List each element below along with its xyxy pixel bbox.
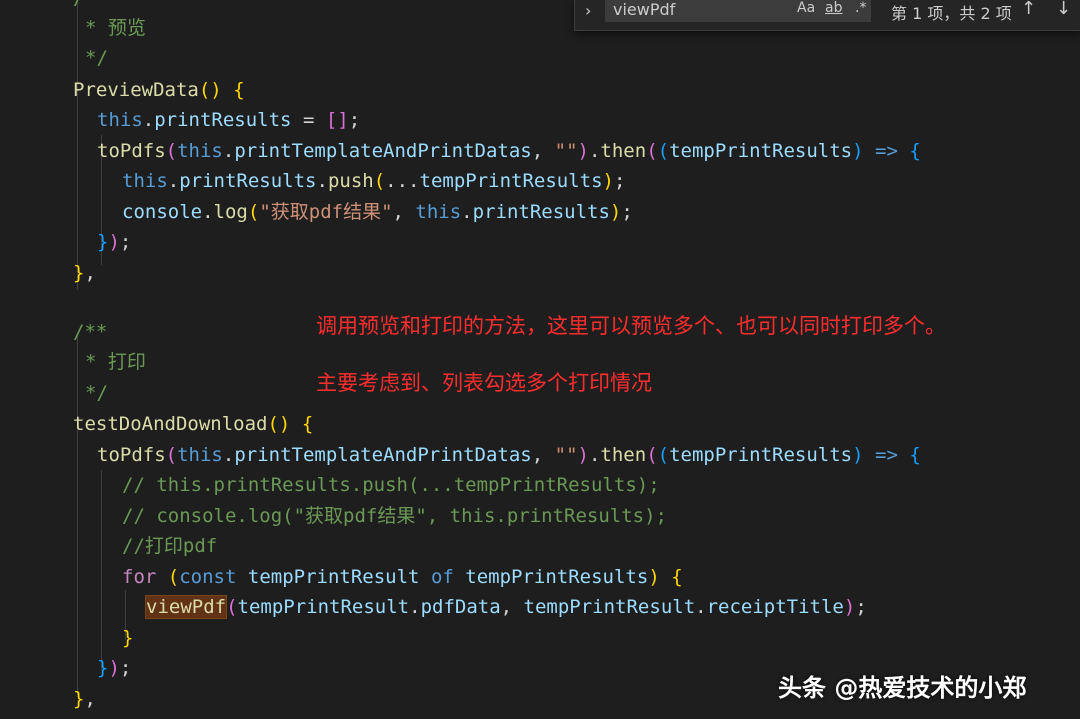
string: "获取pdf结果" [259,201,393,223]
comment-text: * 打印 [85,351,146,373]
function-name: toPdfs [97,444,166,466]
keyword: of [430,566,454,588]
comment-text: /** [73,0,107,9]
code-editor[interactable]: /** * 预览 */ PreviewData() { this.printRe… [0,0,1080,719]
code-line[interactable]: }); [97,653,131,683]
variable: tempPrintResults [465,566,649,588]
property: receiptTitle [706,596,844,618]
code-line[interactable]: }); [97,227,131,257]
code-line[interactable]: */ [85,378,108,408]
regex-button[interactable]: .* [855,0,866,16]
property: pdfData [420,596,501,618]
comment-text: * 预览 [85,17,146,39]
code-line[interactable]: * 预览 [85,13,146,43]
function-name: log [213,201,248,223]
code-line[interactable]: toPdfs(this.printTemplateAndPrintDatas, … [97,440,921,470]
keyword: this [122,170,168,192]
code-line[interactable]: */ [85,43,108,73]
function-name: then [600,444,647,466]
comment-text: /** [73,321,108,343]
function-name: then [600,140,647,162]
variable: tempPrintResult [237,596,410,618]
indent-guide [77,335,78,695]
annotation-note: 主要考虑到、列表勾选多个打印情况 [316,371,652,395]
code-line[interactable]: /** [73,317,107,347]
code-line[interactable]: } [122,623,133,653]
code-line[interactable]: toPdfs(this.printTemplateAndPrintDatas, … [97,136,921,166]
parameter: tempPrintResults [669,444,853,466]
code-line[interactable]: viewPdf(tempPrintResult.pdfData, tempPri… [144,592,867,622]
property: printResults [179,170,317,192]
keyword: this [177,444,223,466]
match-case-button[interactable]: Aa [797,0,815,16]
code-line[interactable]: this.printResults.push(...tempPrintResul… [122,166,625,196]
function-name: testDoAndDownload [73,413,268,435]
comment-text: //打印pdf [122,535,218,557]
comment-text: */ [85,47,108,69]
code-line[interactable]: this.printResults = []; [97,105,360,135]
arrow-up-icon[interactable]: ↑ [1021,0,1036,19]
parameter: tempPrintResults [669,140,853,162]
keyword: this [97,109,143,131]
keyword: const [179,566,237,588]
function-name: PreviewData [73,79,199,101]
indent-guide [77,0,78,290]
keyword: for [122,566,157,588]
variable: tempPrintResult [247,566,420,588]
code-line[interactable]: }, [73,684,96,714]
function-name: push [327,170,374,192]
watermark: 头条 @热爱技术的小郑 [778,674,1027,702]
whole-word-button[interactable]: ab [825,0,842,16]
parameter: tempPrintResults [419,170,603,192]
property: printTemplateAndPrintDatas [234,140,532,162]
indent-guide [101,470,102,670]
match-count: 第 1 项，共 2 项 [891,4,1012,23]
variable: tempPrintResult [523,596,696,618]
code-line[interactable]: // console.log("获取pdf结果", this.printResu… [122,501,667,531]
keyword: this [415,201,462,223]
code-line[interactable]: // this.printResults.push(...tempPrintRe… [122,470,660,500]
code-line[interactable]: }, [73,258,96,288]
string: "" [554,140,578,162]
comment-text: */ [85,382,108,404]
property: printTemplateAndPrintDatas [234,444,532,466]
code-line[interactable]: /** [73,0,107,13]
function-name: toPdfs [97,140,166,162]
annotation-note: 调用预览和打印的方法，这里可以预览多个、也可以同时打印多个。 [316,314,946,338]
comment-text: // this.printResults.push(...tempPrintRe… [122,474,660,496]
code-line[interactable]: //打印pdf [122,531,217,561]
keyword: this [177,140,223,162]
string: "" [554,444,578,466]
code-line[interactable]: * 打印 [85,347,146,377]
property: printResults [154,109,292,131]
code-line[interactable]: for (const tempPrintResult of tempPrintR… [122,562,683,592]
find-widget: › viewPdf Aa ab .* 第 1 项，共 2 项 ↑ ↓ [574,0,1080,31]
code-line[interactable]: testDoAndDownload() { [73,409,313,439]
code-line[interactable]: PreviewData() { [73,75,245,105]
property: printResults [472,201,610,223]
chevron-right-icon[interactable]: › [585,1,591,20]
variable: console [122,201,203,223]
search-match-highlight: viewPdf [144,595,228,619]
arrow-down-icon[interactable]: ↓ [1056,0,1071,19]
comment-text: // console.log("获取pdf结果", this.printResu… [122,505,667,527]
code-line[interactable]: console.log("获取pdf结果", this.printResults… [122,197,633,227]
